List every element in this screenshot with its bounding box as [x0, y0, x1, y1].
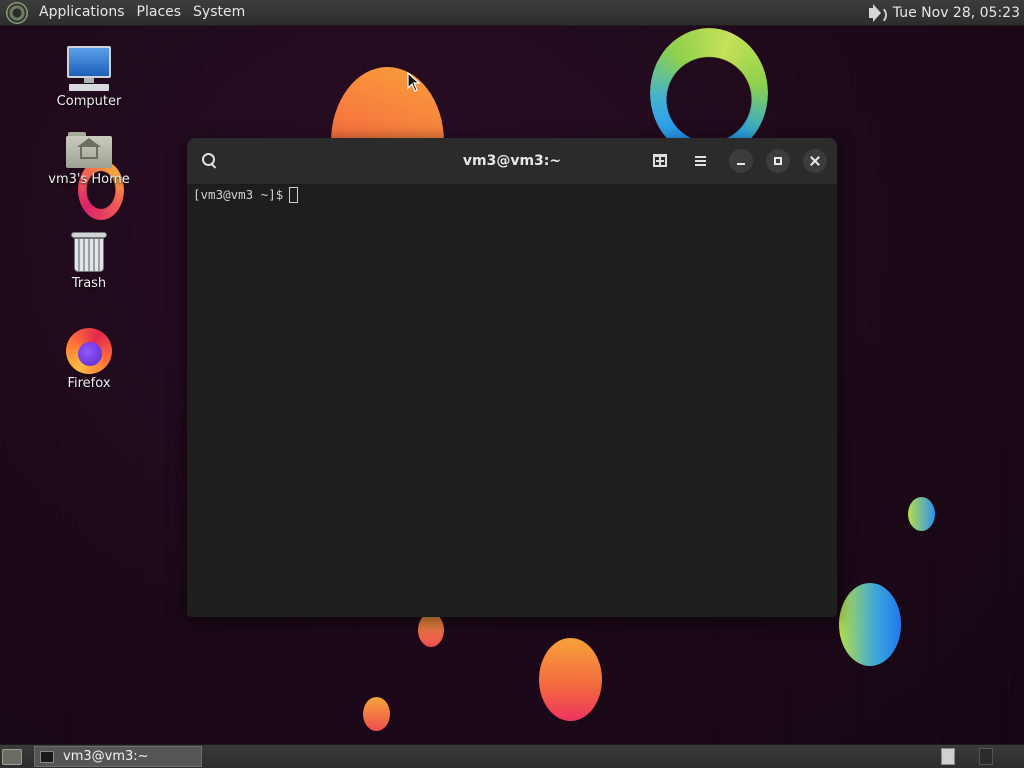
desktop-icon-label: Computer	[56, 94, 122, 109]
workspace-2-button[interactable]	[979, 748, 993, 765]
hamburger-menu-icon	[695, 156, 706, 158]
desktop-icon-label: Firefox	[67, 376, 111, 391]
menu-applications[interactable]: Applications	[33, 0, 131, 25]
mouse-pointer-icon	[407, 72, 421, 92]
terminal-window[interactable]: vm3@vm3:~ [vm3@vm3 ~]$	[187, 138, 837, 617]
new-tab-button[interactable]	[648, 149, 672, 173]
decorative-blob	[839, 583, 901, 666]
terminal-header-bar[interactable]: vm3@vm3:~	[187, 138, 837, 185]
minimize-button[interactable]	[729, 149, 753, 173]
menu-button[interactable]	[688, 149, 712, 173]
desktop-icon-trash[interactable]: Trash	[44, 228, 134, 291]
show-desktop-icon[interactable]	[2, 749, 22, 765]
firefox-icon	[66, 328, 112, 374]
desktop-icon-label: vm3's Home	[48, 172, 130, 187]
search-button[interactable]	[198, 149, 222, 173]
decorative-blob	[363, 697, 390, 731]
panel-clock[interactable]: Tue Nov 28, 05:23	[893, 5, 1024, 21]
text-cursor	[289, 187, 299, 203]
workspace-1-button[interactable]	[941, 748, 955, 765]
close-button[interactable]	[803, 149, 827, 173]
taskbar-item-label: vm3@vm3:~	[63, 749, 149, 764]
desktop-icon-home[interactable]: vm3's Home	[44, 130, 134, 187]
shell-prompt: [vm3@vm3 ~]$	[193, 187, 284, 202]
minimize-icon	[737, 163, 745, 165]
desktop-icon-computer[interactable]: Computer	[44, 46, 134, 109]
maximize-icon	[774, 157, 782, 165]
menu-places[interactable]: Places	[131, 0, 188, 25]
distro-logo-icon[interactable]	[6, 1, 28, 24]
menu-system[interactable]: System	[187, 0, 251, 25]
taskbar-item-terminal[interactable]: vm3@vm3:~	[34, 746, 202, 767]
home-folder-icon	[66, 130, 112, 170]
trash-icon	[69, 228, 109, 274]
terminal-icon	[40, 750, 54, 763]
terminal-output[interactable]: [vm3@vm3 ~]$	[187, 185, 837, 617]
volume-icon[interactable]	[861, 2, 887, 24]
desktop-icon-firefox[interactable]: Firefox	[44, 328, 134, 391]
computer-icon	[65, 46, 113, 92]
maximize-button[interactable]	[766, 149, 790, 173]
bottom-panel: vm3@vm3:~	[0, 744, 1024, 768]
decorative-blob	[539, 638, 602, 721]
decorative-blob	[908, 497, 935, 531]
prompt-line: [vm3@vm3 ~]$	[193, 186, 299, 204]
decorative-blob	[418, 613, 444, 647]
top-panel: Applications Places System Tue Nov 28, 0…	[0, 0, 1024, 26]
desktop-icon-label: Trash	[71, 276, 107, 291]
